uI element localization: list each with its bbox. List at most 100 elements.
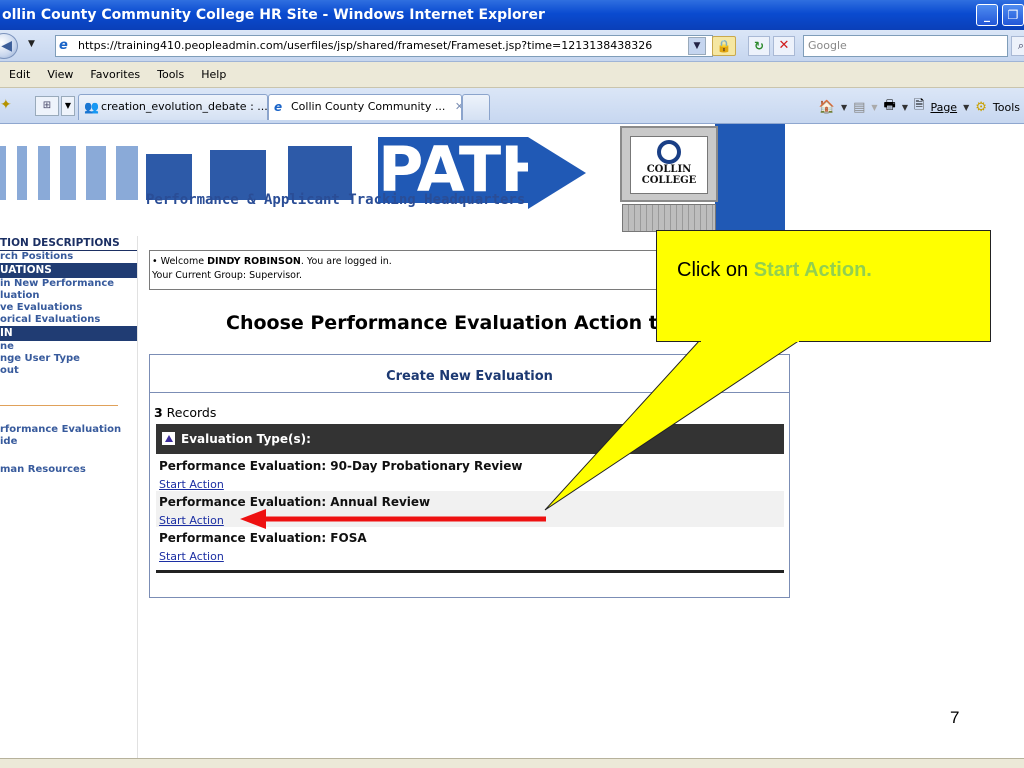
tab-collin-county[interactable]: e Collin County Community ... ✕ — [268, 94, 462, 120]
create-evaluation-panel: Create New Evaluation 3 Records Evaluati… — [149, 354, 790, 598]
address-toolbar: ◀ ▼ e https://training410.peopleadmin.co… — [0, 30, 1024, 62]
address-input[interactable]: e https://training410.peopleadmin.com/us… — [55, 35, 713, 57]
tab-label: creation_evolution_debate : ... — [101, 100, 268, 113]
computer-illustration: COLLIN COLLEGE — [620, 126, 720, 234]
command-bar: 🏠 ▼ ▤ ▼ 🖶 ▼ 🗎 Page ▼ ⚙ Tools — [819, 96, 1024, 118]
left-navigation: TION DESCRIPTIONS rch Positions UATIONS … — [0, 236, 138, 758]
nav-link-begin-new-performance[interactable]: in New Performance — [0, 278, 137, 290]
nav-link-active-evaluations[interactable]: ve Evaluations — [0, 302, 137, 314]
nav-link-historical-evaluations[interactable]: orical Evaluations — [0, 314, 137, 326]
nav-link-home[interactable]: ne — [0, 341, 137, 353]
page-dropdown-icon[interactable]: ▼ — [963, 103, 969, 112]
menu-help[interactable]: Help — [201, 62, 226, 87]
nav-link-human-resources[interactable]: man Resources — [0, 464, 137, 476]
tab-creation-evolution[interactable]: 👥 creation_evolution_debate : ... — [78, 94, 268, 120]
start-action-link[interactable]: Start Action — [159, 514, 224, 528]
nav-section-position-descriptions: TION DESCRIPTIONS — [0, 236, 137, 251]
sort-up-icon[interactable] — [162, 432, 175, 445]
banner-blue-panel — [715, 124, 785, 236]
ie-page-icon: e — [59, 38, 68, 53]
nav-link-performance-evaluation-guide[interactable]: rformance Evaluation — [0, 424, 137, 436]
nav-link-guide[interactable]: ide — [0, 436, 137, 448]
callout-highlight: Start Action. — [753, 259, 872, 281]
banner-stripe — [17, 146, 27, 200]
security-lock-icon[interactable]: 🔒 — [712, 36, 736, 56]
search-button[interactable]: ⌕ — [1011, 36, 1024, 56]
start-action-link[interactable]: Start Action — [159, 550, 224, 564]
tools-menu-button[interactable]: Tools — [993, 101, 1020, 114]
callout-join — [701, 340, 799, 342]
welcome-box: • Welcome DINDY ROBINSON. You are logged… — [149, 250, 659, 290]
minimize-button[interactable]: _ — [976, 4, 998, 26]
nav-link-evaluation[interactable]: luation — [0, 290, 137, 302]
new-tab-button[interactable] — [462, 94, 490, 120]
tab-list-dropdown[interactable]: ▼ — [61, 96, 75, 116]
feeds-dropdown-icon[interactable]: ▼ — [871, 103, 877, 112]
page-heading: Choose Performance Evaluation Action to — [226, 312, 671, 334]
panel-bottom-rule — [156, 570, 784, 573]
nav-section-evaluations: UATIONS — [0, 263, 137, 278]
callout-box: Click on Start Action. — [656, 230, 991, 342]
keyboard — [622, 204, 716, 232]
path-arrow-icon — [528, 137, 586, 209]
banner-stripe — [38, 146, 50, 200]
slide-number: 7 — [950, 708, 960, 727]
welcome-prefix: • Welcome — [152, 256, 208, 267]
menu-tools[interactable]: Tools — [157, 62, 184, 87]
banner-tagline: Performance & Applicant Tracking Headqua… — [146, 192, 526, 208]
feeds-icon[interactable]: ▤ — [853, 100, 865, 115]
menu-bar: Edit View Favorites Tools Help — [0, 62, 1024, 88]
nav-link-change-user-type[interactable]: nge User Type — [0, 353, 137, 365]
search-input[interactable]: Google — [803, 35, 1008, 57]
gear-icon: ⚙ — [975, 99, 987, 115]
refresh-button[interactable]: ↻ — [748, 36, 770, 56]
status-bar — [0, 758, 1024, 768]
page-menu-button[interactable]: Page — [930, 101, 957, 114]
search-placeholder: Google — [808, 39, 847, 52]
nav-divider — [0, 405, 118, 406]
nav-link-logout[interactable]: out — [0, 365, 137, 377]
maximize-button[interactable]: ❐ — [1002, 4, 1024, 26]
evaluation-type-header[interactable]: Evaluation Type(s): — [156, 424, 784, 454]
logo-circle-icon — [657, 140, 681, 164]
home-icon[interactable]: 🏠 — [819, 100, 835, 115]
ie-tab-icon: e — [274, 100, 283, 114]
logo-text-line1: COLLIN — [646, 164, 692, 175]
menu-favorites[interactable]: Favorites — [90, 62, 140, 87]
user-name: DINDY ROBINSON — [207, 256, 301, 267]
home-dropdown-icon[interactable]: ▼ — [841, 103, 847, 112]
close-tab-icon[interactable]: ✕ — [455, 100, 461, 113]
start-action-link[interactable]: Start Action — [159, 478, 224, 492]
banner-stripe — [60, 146, 76, 200]
callout-prefix: Click on — [677, 259, 754, 281]
banner-stripe — [86, 146, 106, 200]
menu-view[interactable]: View — [47, 62, 73, 87]
url-text: https://training410.peopleadmin.com/user… — [78, 39, 653, 52]
table-row: Performance Evaluation: FOSA Start Actio… — [156, 527, 784, 563]
logo-text-line2: COLLEGE — [641, 175, 697, 186]
stop-button[interactable]: ✕ — [773, 36, 795, 56]
window-title-bar[interactable]: ollin County Community College HR Site -… — [0, 0, 1024, 30]
page-icon: 🗎 — [913, 98, 925, 113]
evaluation-type-title: Performance Evaluation: Annual Review — [159, 495, 431, 509]
print-dropdown-icon[interactable]: ▼ — [902, 103, 908, 112]
nav-link-search-positions[interactable]: rch Positions — [0, 251, 137, 263]
banner-stripe — [116, 146, 138, 200]
monitor: COLLIN COLLEGE — [620, 126, 718, 202]
nav-history-dropdown[interactable]: ▼ — [28, 39, 35, 49]
quick-tabs-button[interactable]: ⊞ — [35, 96, 59, 116]
current-group: Your Current Group: Supervisor. — [152, 270, 303, 281]
window-title: ollin County Community College HR Site -… — [2, 7, 545, 23]
panel-title: Create New Evaluation — [150, 355, 789, 393]
address-dropdown-button[interactable]: ▼ — [688, 37, 706, 55]
menu-edit[interactable]: Edit — [9, 62, 30, 87]
favorites-star-icon[interactable]: ✦ — [0, 97, 12, 113]
table-row: Performance Evaluation: Annual Review St… — [156, 491, 784, 527]
people-icon: 👥 — [84, 100, 99, 114]
records-count: 3 Records — [154, 405, 216, 420]
back-button[interactable]: ◀ — [0, 33, 18, 59]
tab-bar: ✦ ⊞ ▼ 👥 creation_evolution_debate : ... … — [0, 88, 1024, 124]
print-icon[interactable]: 🖶 — [884, 96, 896, 118]
nav-section-admin: IN — [0, 326, 137, 341]
record-count-number: 3 — [154, 405, 163, 420]
